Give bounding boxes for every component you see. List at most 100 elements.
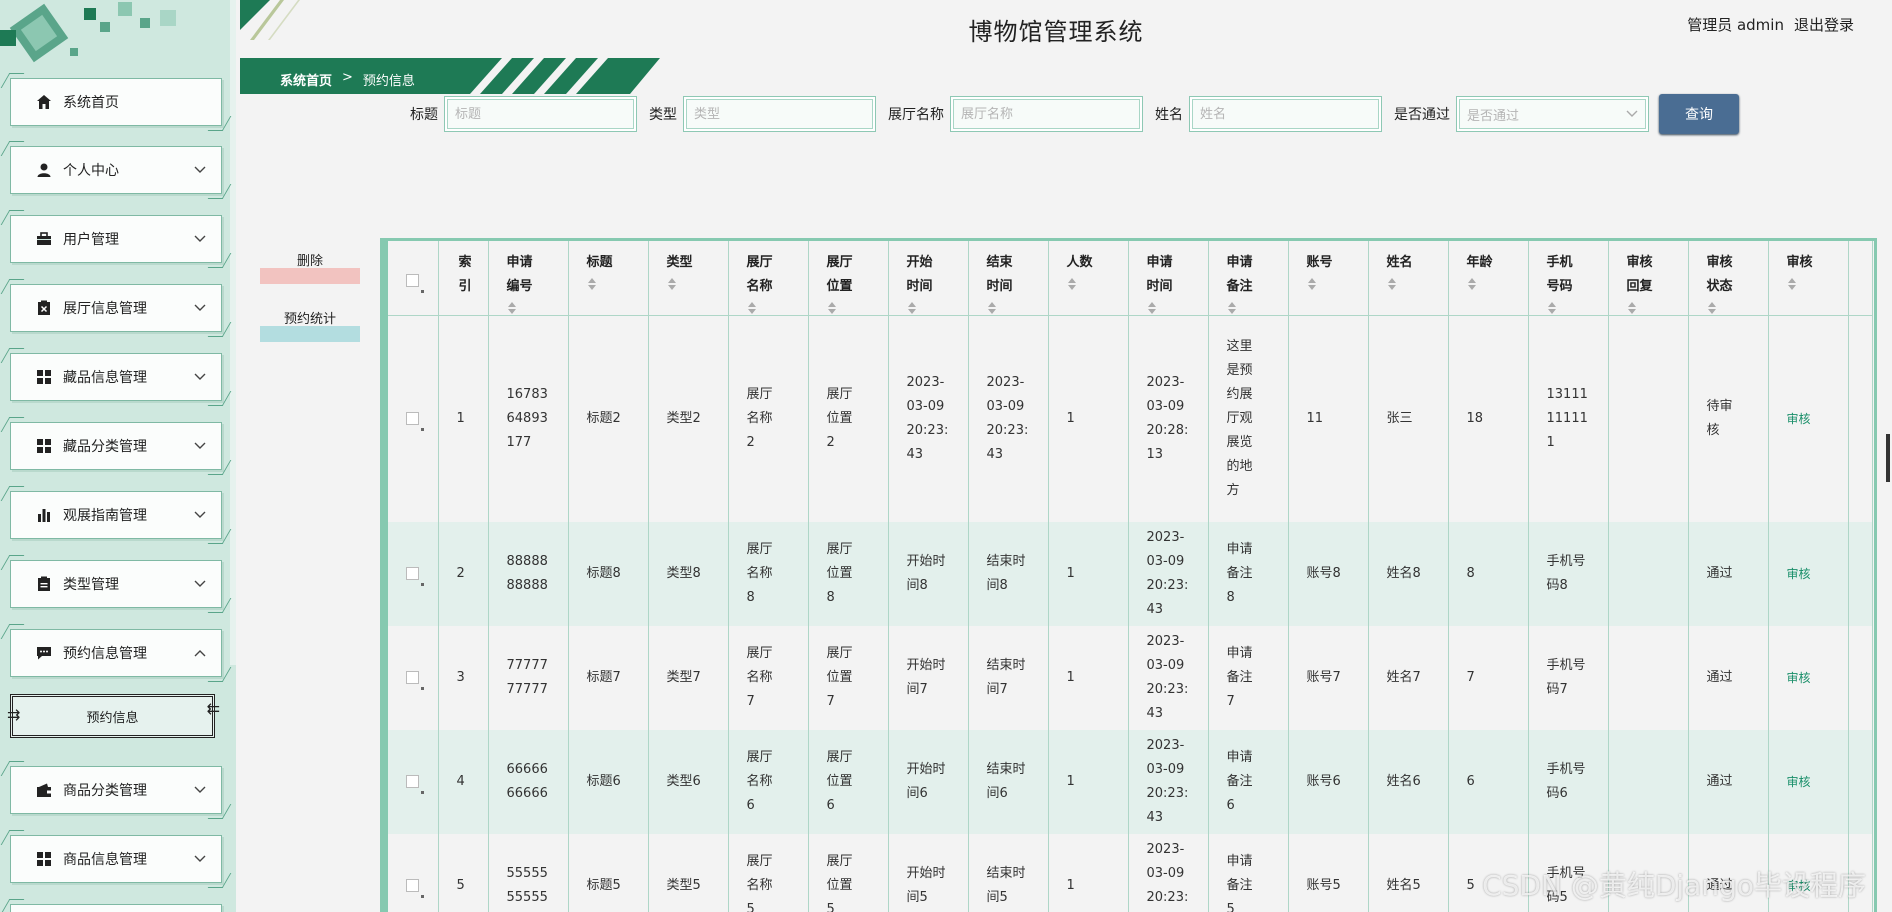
sidebar-item-user-management[interactable]: 用户管理 bbox=[10, 215, 222, 263]
sidebar-item-home[interactable]: 系统首页 bbox=[10, 78, 222, 126]
row-checkbox[interactable] bbox=[406, 670, 419, 684]
column-header[interactable]: 审核 bbox=[1768, 241, 1849, 316]
logout-link[interactable]: 退出登录 bbox=[1794, 14, 1854, 35]
table-cell-num: 1 bbox=[1048, 521, 1129, 626]
table-cell-loc: 展厅位置2 bbox=[808, 315, 889, 522]
audit-link[interactable]: 审核 bbox=[1787, 562, 1848, 586]
table-cell-type: 类型2 bbox=[648, 315, 729, 522]
sidebar-item-hall-management[interactable]: 展厅信息管理 bbox=[10, 284, 222, 332]
search-name-input[interactable] bbox=[1189, 96, 1382, 132]
cell-text: 展厅名称6 bbox=[746, 749, 773, 813]
column-header[interactable]: 结束时间 bbox=[968, 241, 1049, 316]
search-hall-input[interactable] bbox=[950, 96, 1143, 132]
chevron-down-icon bbox=[193, 370, 207, 384]
breadcrumb-home[interactable]: 系统首页 bbox=[280, 70, 332, 89]
row-checkbox[interactable] bbox=[406, 411, 419, 425]
table-cell-no: 5555555555 bbox=[488, 833, 569, 912]
sort-icon bbox=[1387, 278, 1396, 290]
table-cell-start: 开始时间8 bbox=[888, 521, 969, 626]
row-checkbox[interactable] bbox=[406, 774, 419, 788]
sidebar-scrollbar[interactable] bbox=[230, 0, 236, 665]
table-cell-apply: 2023-03-09 20:23:43 bbox=[1128, 521, 1209, 626]
cell-text: 1 bbox=[1066, 773, 1075, 789]
delete-button[interactable]: 删除 bbox=[260, 248, 360, 284]
page-scrollbar[interactable] bbox=[1886, 434, 1890, 482]
cell-text: 展厅位置5 bbox=[826, 853, 853, 912]
approved-select-placeholder: 是否通过 bbox=[1467, 108, 1520, 124]
cell-text: 展厅名称7 bbox=[746, 645, 773, 709]
sidebar-subitem-reservation-info[interactable]: ⇉ 预约信息 ⇇ bbox=[7, 694, 220, 738]
column-header[interactable]: 类型 bbox=[648, 241, 729, 316]
column-header[interactable]: 展厅位置 bbox=[808, 241, 889, 316]
cell-text: 5 bbox=[1466, 877, 1475, 893]
sidebar-item-label: 观展指南管理 bbox=[63, 508, 147, 524]
search-title-input[interactable] bbox=[444, 96, 637, 132]
column-header[interactable]: 审核回复 bbox=[1608, 241, 1689, 316]
table-cell-age: 6 bbox=[1448, 729, 1529, 834]
column-header[interactable]: 索引 bbox=[438, 241, 489, 316]
sort-icon bbox=[667, 278, 676, 290]
sort-icon bbox=[1627, 302, 1636, 314]
sidebar-item-guide-management[interactable]: 观展指南管理 bbox=[10, 491, 222, 539]
sidebar-item-personal-center[interactable]: 个人中心 bbox=[10, 146, 222, 194]
sidebar-item-collection-category[interactable]: 藏品分类管理 bbox=[10, 422, 222, 470]
sidebar-item-partial[interactable] bbox=[10, 904, 222, 912]
column-header-label: 姓名 bbox=[1386, 255, 1413, 270]
column-header[interactable]: 手机号码 bbox=[1528, 241, 1609, 316]
column-header[interactable]: 开始时间 bbox=[888, 241, 969, 316]
column-header[interactable]: 人数 bbox=[1048, 241, 1129, 316]
table-cell-start: 2023-03-09 20:23:43 bbox=[888, 315, 969, 522]
table-cell-start: 开始时间7 bbox=[888, 625, 969, 730]
sidebar-item-reservation-management[interactable]: 预约信息管理 bbox=[10, 629, 222, 677]
approved-select[interactable]: 是否通过 bbox=[1456, 96, 1649, 132]
column-header[interactable]: 申请编号 bbox=[488, 241, 569, 316]
cell-text: 18 bbox=[1466, 410, 1484, 426]
cell-text: 账号7 bbox=[1306, 669, 1341, 685]
query-button[interactable]: 查询 bbox=[1659, 94, 1739, 134]
cell-text: 手机号码7 bbox=[1546, 657, 1586, 697]
checkbox-dot bbox=[421, 290, 424, 293]
column-header-label: 手机号码 bbox=[1546, 255, 1573, 294]
audit-link[interactable]: 审核 bbox=[1787, 770, 1848, 794]
column-header[interactable]: 账号 bbox=[1288, 241, 1369, 316]
cell-text: 3 bbox=[456, 669, 465, 685]
search-type-input[interactable] bbox=[683, 96, 876, 132]
cell-text: 1 bbox=[1066, 565, 1075, 581]
column-header[interactable]: 申请备注 bbox=[1208, 241, 1289, 316]
cell-text: 账号5 bbox=[1306, 877, 1341, 893]
row-checkbox[interactable] bbox=[406, 566, 419, 580]
audit-link[interactable]: 审核 bbox=[1787, 874, 1848, 898]
sidebar-item-type-management[interactable]: 类型管理 bbox=[10, 560, 222, 608]
cell-text: 1 bbox=[1066, 669, 1075, 685]
table-cell-loc: 展厅位置6 bbox=[808, 729, 889, 834]
table-cell-note: 申请备注5 bbox=[1208, 833, 1289, 912]
sort-icon bbox=[507, 302, 516, 314]
column-header[interactable]: 年龄 bbox=[1448, 241, 1529, 316]
cell-text: 申请备注8 bbox=[1226, 541, 1253, 605]
audit-link[interactable]: 审核 bbox=[1787, 666, 1848, 690]
sidebar-item-collection-management[interactable]: 藏品信息管理 bbox=[10, 353, 222, 401]
checkbox-dot bbox=[421, 686, 424, 690]
table-cell-hall: 展厅名称5 bbox=[728, 833, 809, 912]
checkbox-dot bbox=[421, 582, 424, 586]
grid-icon bbox=[35, 437, 53, 455]
column-header[interactable]: 审核状态 bbox=[1688, 241, 1769, 316]
table-cell-num: 1 bbox=[1048, 625, 1129, 730]
reservation-table-container: 索引 申请编号 标题 类型 展厅名称 展厅位置 开始时间 结束时间 人数 申请时… bbox=[380, 238, 1877, 912]
column-header[interactable]: 申请时间 bbox=[1128, 241, 1209, 316]
column-header[interactable]: 展厅名称 bbox=[728, 241, 809, 316]
cell-text: 手机号码8 bbox=[1546, 553, 1586, 593]
sidebar-item-product-info[interactable]: 商品信息管理 bbox=[10, 835, 222, 883]
column-header[interactable]: 标题 bbox=[568, 241, 649, 316]
reservation-stats-button[interactable]: 预约统计 bbox=[260, 306, 360, 342]
audit-link[interactable]: 审核 bbox=[1787, 407, 1848, 431]
sort-icon bbox=[1307, 278, 1316, 290]
current-user: 管理员 admin bbox=[1687, 16, 1784, 34]
select-all-checkbox[interactable] bbox=[406, 274, 419, 287]
sidebar-item-product-category[interactable]: 商品分类管理 bbox=[10, 766, 222, 814]
table-cell-hall: 展厅名称8 bbox=[728, 521, 809, 626]
sidebar-item-label: 商品分类管理 bbox=[63, 783, 147, 799]
table-cell-no: 6666666666 bbox=[488, 729, 569, 834]
column-header[interactable]: 姓名 bbox=[1368, 241, 1449, 316]
row-checkbox[interactable] bbox=[406, 878, 419, 892]
